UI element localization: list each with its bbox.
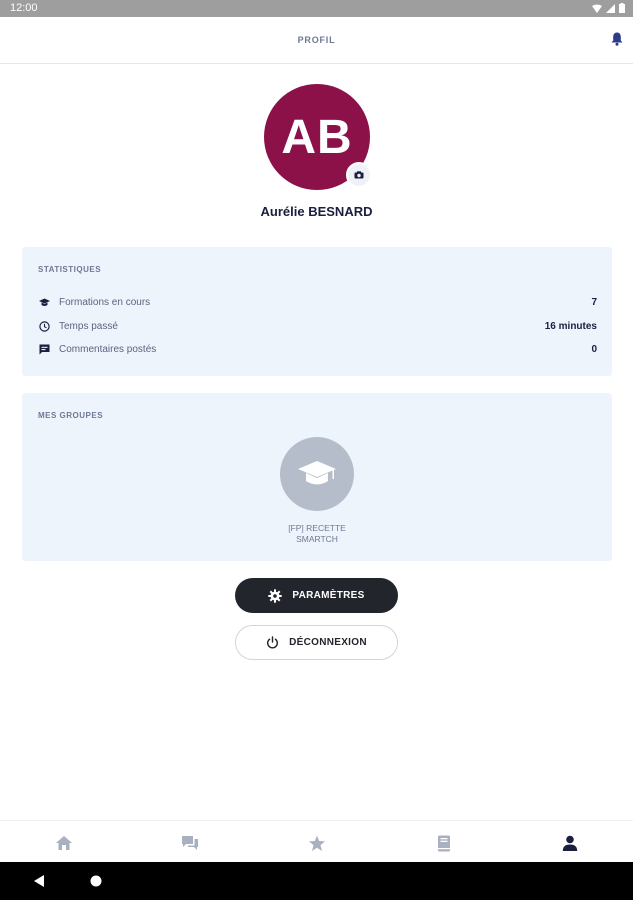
camera-icon bbox=[354, 171, 364, 179]
system-nav-bar bbox=[0, 862, 633, 900]
group-label[interactable]: [FP] RECETTE SMARTCH bbox=[22, 523, 612, 545]
battery-icon bbox=[619, 3, 625, 13]
back-icon[interactable] bbox=[33, 874, 45, 888]
signal-icon bbox=[606, 3, 615, 13]
group-label-line2: SMARTCH bbox=[296, 534, 338, 544]
stat-row-comments: Commentaires postés 0 bbox=[38, 341, 597, 357]
stat-value: 0 bbox=[591, 343, 597, 355]
stat-label: Formations en cours bbox=[59, 296, 151, 308]
group-label-line1: [FP] RECETTE bbox=[288, 523, 346, 533]
logout-button-label: DÉCONNEXION bbox=[289, 637, 367, 648]
bottom-nav bbox=[0, 820, 633, 863]
groups-card: MES GROUPES [FP] RECETTE SMARTCH bbox=[22, 393, 612, 561]
nav-favorites[interactable] bbox=[306, 832, 328, 854]
person-icon bbox=[562, 835, 578, 851]
clock-icon bbox=[38, 320, 50, 332]
group-item[interactable] bbox=[280, 437, 354, 511]
status-time: 12:00 bbox=[10, 2, 38, 14]
groups-title: MES GROUPES bbox=[38, 411, 104, 420]
home-button-icon[interactable] bbox=[90, 875, 102, 887]
change-photo-button[interactable] bbox=[346, 162, 372, 188]
wifi-icon bbox=[592, 4, 602, 13]
book-icon bbox=[438, 835, 450, 851]
nav-library[interactable] bbox=[433, 832, 455, 854]
settings-button[interactable]: PARAMÈTRES bbox=[235, 578, 398, 613]
gear-icon bbox=[268, 588, 283, 603]
stat-value: 16 minutes bbox=[544, 320, 597, 332]
page-title: PROFIL bbox=[297, 35, 336, 45]
stats-card: STATISTIQUES Formations en cours 7 Temps… bbox=[22, 247, 612, 376]
settings-button-label: PARAMÈTRES bbox=[292, 590, 365, 601]
stats-title: STATISTIQUES bbox=[38, 265, 102, 274]
comment-icon bbox=[38, 343, 50, 355]
avatar-initials: AB bbox=[281, 110, 353, 164]
user-name: Aurélie BESNARD bbox=[260, 204, 373, 219]
bell-icon[interactable] bbox=[611, 32, 623, 51]
power-icon bbox=[266, 636, 279, 649]
nav-home[interactable] bbox=[53, 832, 75, 854]
stat-label: Commentaires postés bbox=[59, 343, 157, 355]
app-bar: PROFIL bbox=[0, 17, 633, 64]
status-icons bbox=[592, 3, 625, 13]
logout-button[interactable]: DÉCONNEXION bbox=[235, 625, 398, 660]
home-icon bbox=[56, 836, 72, 850]
graduation-cap-icon bbox=[298, 461, 336, 485]
star-icon bbox=[309, 835, 325, 851]
chat-icon bbox=[182, 836, 198, 850]
stat-value: 7 bbox=[591, 296, 597, 308]
stat-label: Temps passé bbox=[59, 320, 118, 332]
stat-row-formations: Formations en cours 7 bbox=[38, 294, 597, 310]
graduation-cap-icon bbox=[38, 296, 50, 308]
stat-row-time: Temps passé 16 minutes bbox=[38, 318, 597, 334]
nav-profile[interactable] bbox=[559, 832, 581, 854]
status-bar: 12:00 bbox=[0, 0, 633, 17]
nav-chat[interactable] bbox=[179, 832, 201, 854]
